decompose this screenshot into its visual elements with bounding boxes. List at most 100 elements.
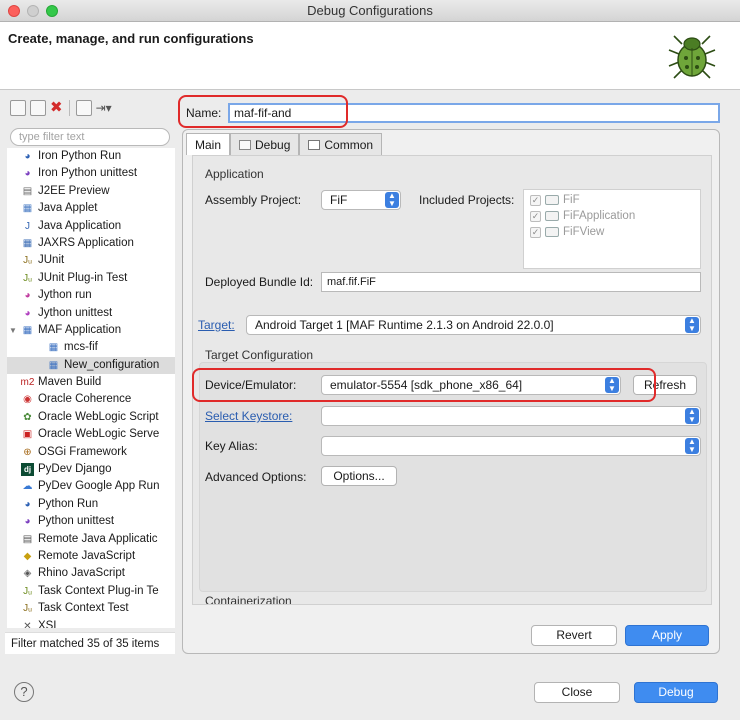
- tree-item-label: Oracle Coherence: [38, 393, 132, 406]
- jython-unittest-icon: ◕: [24, 307, 31, 319]
- tab-debug[interactable]: Debug: [230, 133, 300, 155]
- included-item[interactable]: ✓ FiFApplication: [524, 208, 700, 224]
- xsl-icon: ✕: [23, 620, 32, 628]
- tree-item-label: Task Context Plug-in Te: [38, 584, 159, 597]
- tree-item[interactable]: Jᵤ Task Context Test: [7, 600, 175, 617]
- tree-item-label: mcs-fif: [64, 341, 98, 354]
- tree-item-label: Python unittest: [38, 515, 115, 528]
- tree-item[interactable]: ▦ Java Applet: [7, 200, 175, 217]
- tree-item[interactable]: ▦ mcs-fif: [7, 339, 175, 356]
- config-tree: ◕ Iron Python Run ◕ Iron Python unittest ▤ J2…: [7, 148, 175, 628]
- tree-item[interactable]: Jᵤ JUnit Plug-in Test: [7, 270, 175, 287]
- config-toolbar: ✖ ⇥▾: [5, 96, 175, 120]
- collapse-all-icon[interactable]: [75, 100, 92, 116]
- tree-item[interactable]: ◉ Oracle Coherence: [7, 391, 175, 408]
- tree-item[interactable]: dj PyDev Django: [7, 461, 175, 478]
- close-window-button[interactable]: [8, 5, 20, 17]
- maf-icon: ▦: [22, 324, 33, 336]
- tree-item-label: Jython unittest: [38, 306, 113, 319]
- close-button[interactable]: Close: [534, 682, 620, 703]
- tree-item-label: Iron Python Run: [38, 150, 122, 162]
- delete-config-icon[interactable]: ✖: [50, 100, 63, 116]
- tree-item[interactable]: ☁ PyDev Google App Run: [7, 478, 175, 495]
- task-test-icon: Jᵤ: [23, 603, 32, 615]
- maf-config-icon: ▦: [48, 342, 59, 354]
- help-icon[interactable]: ?: [14, 682, 34, 702]
- folder-icon: [545, 211, 559, 221]
- tab-common-label: Common: [324, 137, 374, 152]
- tree-item[interactable]: ▣ Oracle WebLogic Serve: [7, 426, 175, 443]
- weblogic-server-icon: ▣: [22, 429, 33, 441]
- target-link[interactable]: Target:: [198, 318, 235, 332]
- debug-bug-icon: [668, 35, 716, 79]
- included-item[interactable]: ✓ FiFView: [524, 224, 700, 240]
- tree-item[interactable]: ◕ Jython unittest: [7, 305, 175, 322]
- minimize-window-button[interactable]: [27, 5, 39, 17]
- tree-item[interactable]: ▤ Remote Java Applicatic: [7, 531, 175, 548]
- target-select[interactable]: Android Target 1 [MAF Runtime 2.1.3 on A…: [246, 315, 701, 335]
- tree-item[interactable]: ⊕ OSGi Framework: [7, 444, 175, 461]
- tab-main[interactable]: Main: [186, 133, 231, 155]
- tree-item-label: MAF Application: [38, 323, 122, 336]
- revert-button[interactable]: Revert: [531, 625, 617, 646]
- tree-item-label: JUnit Plug-in Test: [38, 271, 128, 284]
- bundle-label: Deployed Bundle Id:: [205, 275, 314, 289]
- tree-item[interactable]: ▤ J2EE Preview: [7, 183, 175, 200]
- tree-item-label: Rhino JavaScript: [38, 567, 125, 580]
- applet-icon: ▦: [22, 203, 33, 215]
- included-item[interactable]: ✓ FiF: [524, 192, 700, 208]
- zoom-window-button[interactable]: [46, 5, 58, 17]
- tree-item[interactable]: ▦ New_configuration: [7, 356, 175, 375]
- tree-item-label: XSL: [38, 619, 60, 628]
- tab-common[interactable]: Common: [299, 133, 383, 155]
- duplicate-config-icon[interactable]: [30, 100, 46, 116]
- tree-item[interactable]: ✿ Oracle WebLogic Script: [7, 409, 175, 426]
- filter-menu-icon[interactable]: ⇥▾: [96, 101, 112, 115]
- tree-item[interactable]: ◕ Iron Python unittest: [7, 165, 175, 182]
- keystore-select[interactable]: ▲ ▼: [321, 406, 701, 426]
- select-keystore-link[interactable]: Select Keystore:: [205, 409, 292, 423]
- tree-item[interactable]: J Java Application: [7, 218, 175, 235]
- tree-item[interactable]: ◕ Jython run: [7, 287, 175, 304]
- included-item-label: FiF: [563, 194, 580, 206]
- included-item-label: FiFView: [563, 226, 605, 238]
- tree-item[interactable]: ▦ JAXRS Application: [7, 235, 175, 252]
- junit-icon: Jᵤ: [23, 255, 32, 267]
- tree-item[interactable]: ◕ Python Run: [7, 496, 175, 513]
- python-run-icon: ◕: [24, 498, 31, 510]
- apply-button[interactable]: Apply: [625, 625, 709, 646]
- key-alias-select[interactable]: ▲ ▼: [321, 436, 701, 456]
- tree-item-label: JAXRS Application: [38, 236, 134, 249]
- java-app-icon: J: [25, 220, 30, 232]
- options-button[interactable]: Options...: [321, 466, 397, 486]
- tree-item[interactable]: ▼ ▦ MAF Application: [7, 322, 175, 339]
- device-highlight: [192, 368, 656, 402]
- tree-item-label: PyDev Google App Run: [38, 480, 160, 493]
- tree-item-label: Task Context Test: [38, 602, 129, 615]
- vertical-scrollbar[interactable]: [712, 155, 718, 605]
- containerization-section-title: Containerization: [205, 594, 292, 605]
- new-config-icon[interactable]: [10, 100, 26, 116]
- tree-item[interactable]: ◆ Remote JavaScript: [7, 548, 175, 565]
- debug-button[interactable]: Debug: [634, 682, 718, 703]
- junit-plugin-icon: Jᵤ: [23, 272, 32, 284]
- tree-item[interactable]: m2 Maven Build: [7, 374, 175, 391]
- assembly-project-select[interactable]: FiF ▲ ▼: [321, 190, 401, 210]
- tree-item[interactable]: ◕ Iron Python Run: [7, 148, 175, 165]
- python-run-icon: ◕: [24, 150, 31, 162]
- included-item-label: FiFApplication: [563, 210, 636, 222]
- banner-title: Create, manage, and run configurations: [8, 31, 254, 46]
- included-label: Included Projects:: [419, 193, 515, 207]
- tree-item-label: Java Application: [38, 219, 122, 232]
- tree-item[interactable]: ◈ Rhino JavaScript: [7, 565, 175, 582]
- tree-item[interactable]: Jᵤ JUnit: [7, 252, 175, 269]
- bundle-id-field[interactable]: maf.fif.FiF: [321, 272, 701, 292]
- expand-triangle-icon[interactable]: ▼: [9, 322, 21, 339]
- debug-tab-icon: [239, 139, 252, 150]
- assembly-value: FiF: [330, 193, 348, 207]
- tree-item[interactable]: ✕ XSL: [7, 618, 175, 628]
- tree-item[interactable]: ◕ Python unittest: [7, 513, 175, 530]
- tree-item[interactable]: Jᵤ Task Context Plug-in Te: [7, 583, 175, 600]
- name-highlight: [178, 95, 348, 128]
- filter-input[interactable]: type filter text: [10, 128, 170, 146]
